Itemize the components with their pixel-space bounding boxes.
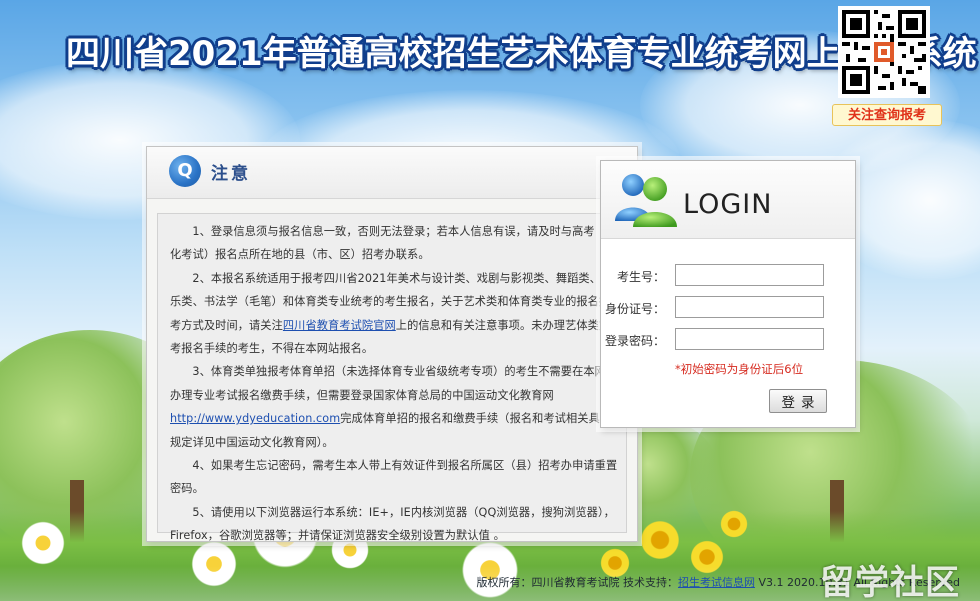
qr-code-block: 关注查询报考 bbox=[832, 6, 942, 126]
notice-panel: Q 注意 1、登录信息须与报名信息一致，否则无法登录；若本人信息有误，请及时与高… bbox=[146, 146, 638, 542]
password-row: 登录密码： bbox=[601, 328, 855, 352]
id-number-row: 身份证号： bbox=[601, 296, 855, 320]
qr-code-icon[interactable] bbox=[838, 6, 930, 98]
notice-item-4: 4、如果考生忘记密码，需考生本人带上有效证件到报名所属区（县）招考办申请重置密码… bbox=[170, 459, 618, 496]
education-exam-official-link[interactable]: 四川省教育考试院官网 bbox=[283, 319, 396, 332]
notice-body: 1、登录信息须与报名信息一致，否则无法登录；若本人信息有误，请及时与高考（文化考… bbox=[157, 213, 627, 542]
notice-item-2: 2、本报名系统适用于报考四川省2021年美术与设计类、戏剧与影视类、舞蹈类、音乐… bbox=[170, 267, 618, 361]
ydyeducation-link[interactable]: http://www.ydyeducation.com bbox=[170, 412, 340, 425]
qr-caption: 关注查询报考 bbox=[832, 104, 942, 126]
login-title: LOGIN bbox=[683, 189, 773, 220]
copyright-text: 版权所有：四川省教育考试院 技术支持： bbox=[476, 576, 678, 589]
notice-item-3-text-a: 3、体育类单独报考体育单招（未选择体育专业省级统考专项）的考生不需要在本网站办理… bbox=[170, 365, 618, 402]
id-number-input[interactable] bbox=[675, 296, 824, 318]
candidate-number-row: 考生号： bbox=[601, 264, 855, 288]
candidate-number-label: 考生号： bbox=[616, 270, 665, 284]
id-number-label: 身份证号： bbox=[604, 302, 665, 316]
notice-header: Q 注意 bbox=[147, 147, 637, 199]
notice-item-5: 5、请使用以下浏览器运行本系统：IE+，IE内核浏览器（QQ浏览器，搜狗浏览器）… bbox=[170, 505, 615, 543]
password-input[interactable] bbox=[675, 328, 824, 350]
notice-item-1: 1、登录信息须与报名信息一致，否则无法登录；若本人信息有误，请及时与高考（文化考… bbox=[170, 225, 618, 262]
password-label: 登录密码： bbox=[604, 334, 665, 348]
watermark: 留学社区 bbox=[820, 563, 960, 601]
login-header: LOGIN bbox=[601, 161, 855, 239]
tech-support-link[interactable]: 招生考试信息网 bbox=[678, 576, 755, 589]
notice-item-3: 3、体育类单独报考体育单招（未选择体育专业省级统考专项）的考生不需要在本网站办理… bbox=[170, 360, 618, 454]
password-hint: *初始密码为身份证后6位 bbox=[675, 362, 804, 376]
notice-title: 注意 bbox=[211, 164, 251, 184]
question-icon: Q bbox=[169, 155, 201, 187]
candidate-number-input[interactable] bbox=[675, 264, 824, 286]
users-icon bbox=[615, 174, 677, 227]
login-button[interactable]: 登录 bbox=[769, 389, 827, 413]
login-panel: LOGIN 考生号： 身份证号： 登录密码： *初始密码为身份证后6位 登录 bbox=[600, 160, 856, 428]
